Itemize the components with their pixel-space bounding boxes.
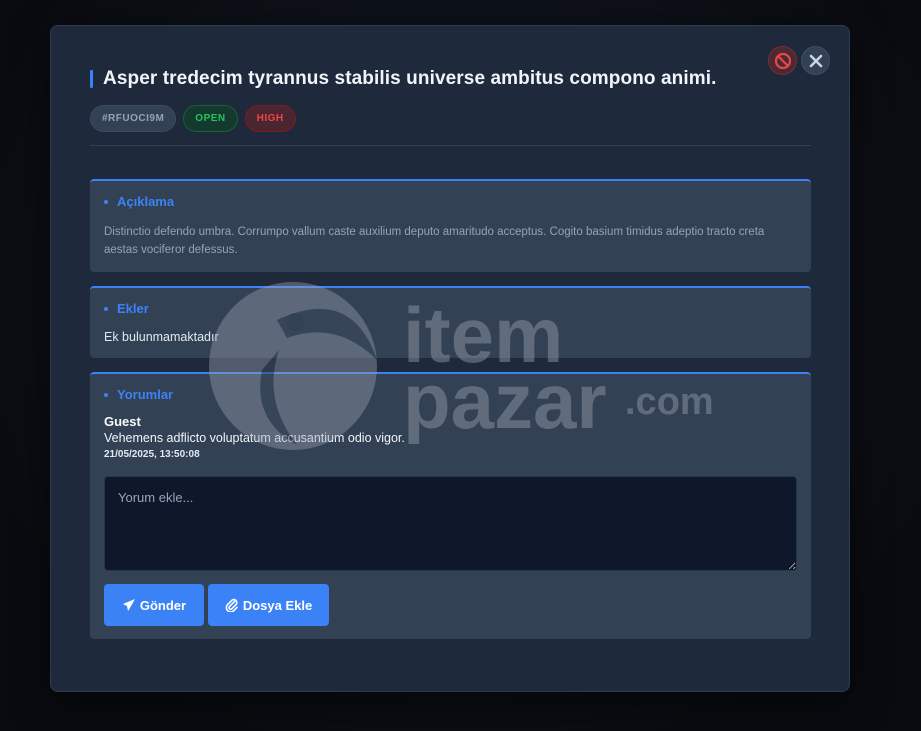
send-button-label: Gönder: [139, 597, 187, 613]
description-text: Distinctio defendo umbra. Corrumpo vallu…: [104, 226, 765, 256]
comments-card-title: Yorumlar: [104, 387, 173, 402]
attach-button-label: Dosya Ekle: [242, 597, 313, 613]
description-card: Açıklama Distinctio defendo umbra. Corru…: [90, 179, 811, 272]
comments-title-text: Yorumlar: [117, 387, 174, 402]
priority-badge: HIGH: [244, 105, 296, 132]
ticket-modal: Asper tredecim tyrannus stabilis univers…: [50, 25, 850, 692]
paper-plane-icon: [122, 599, 135, 611]
block-icon: [774, 52, 791, 69]
attachments-card: Ekler Ek bulunmamaktadır: [90, 286, 811, 358]
attachments-empty-text: Ek bulunmamaktadır: [104, 330, 219, 344]
comment-body: Vehemens adflicto voluptatum accusantium…: [104, 431, 405, 445]
title-row: Asper tredecim tyrannus stabilis univers…: [90, 68, 810, 90]
ticket-title: Asper tredecim tyrannus stabilis univers…: [103, 68, 717, 89]
description-title-text: Açıklama: [117, 194, 175, 209]
paperclip-icon: [225, 598, 238, 612]
attachments-card-title: Ekler: [104, 301, 149, 316]
close-icon: [809, 54, 822, 67]
comments-card: Yorumlar Guest Vehemens adflicto volupta…: [90, 372, 811, 639]
header-divider: [90, 145, 811, 146]
bullet-icon: [104, 392, 108, 397]
ticket-id-badge: #RFUOCI9M: [90, 105, 177, 132]
badge-row: #RFUOCI9M OPEN HIGH: [90, 105, 296, 132]
comment-author: Guest: [104, 414, 141, 429]
send-button[interactable]: Gönder: [104, 584, 204, 626]
bullet-icon: [104, 199, 108, 204]
title-accent-bar: [90, 70, 93, 88]
comment-timestamp: 21/05/2025, 13:50:08: [104, 449, 200, 460]
bullet-icon: [104, 306, 108, 311]
attach-file-button[interactable]: Dosya Ekle: [208, 584, 329, 626]
comment-input[interactable]: [104, 476, 797, 571]
comment-actions: Gönder Dosya Ekle: [104, 584, 329, 626]
description-card-title: Açıklama: [104, 194, 174, 209]
status-badge: OPEN: [183, 105, 238, 132]
attachments-title-text: Ekler: [117, 301, 149, 316]
